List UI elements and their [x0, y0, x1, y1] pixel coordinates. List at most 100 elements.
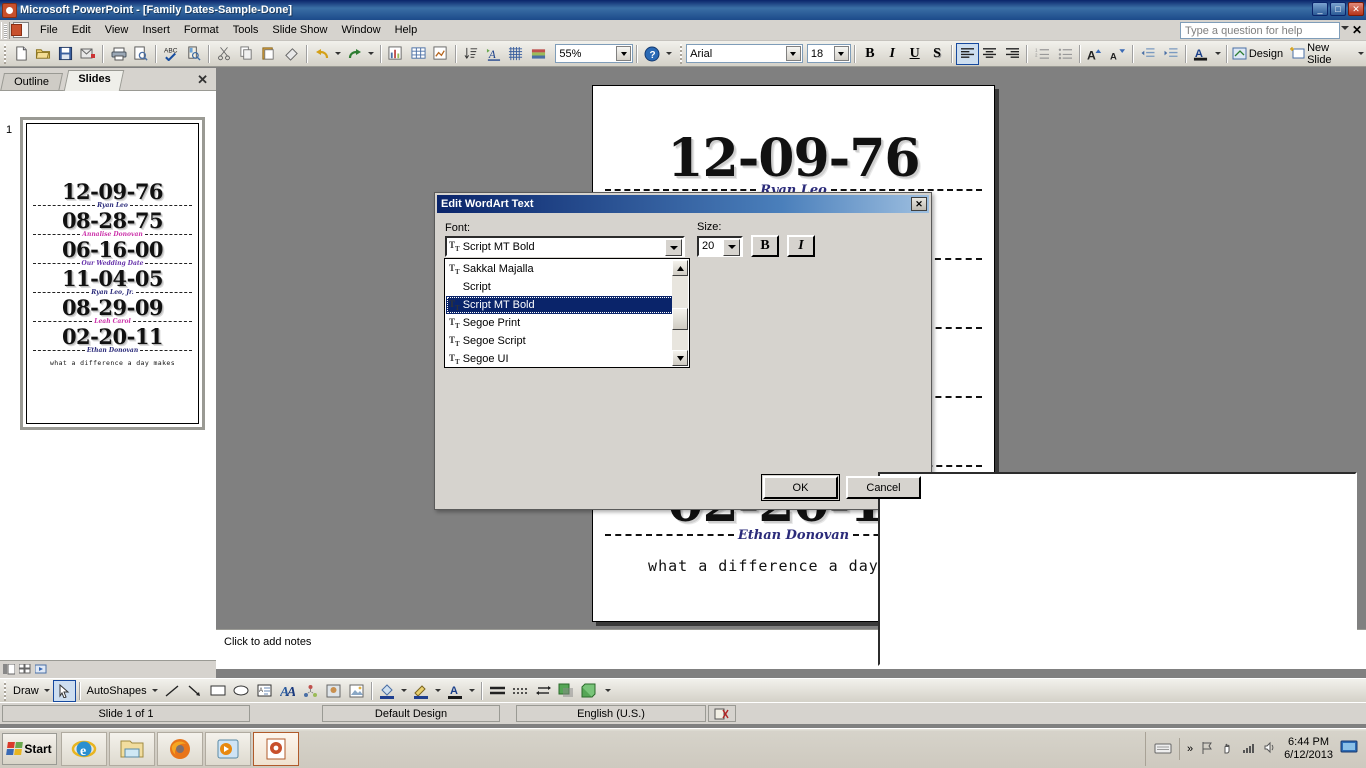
font-name-dropdown-icon[interactable] — [785, 46, 801, 61]
spell-check-icon[interactable]: ABC — [160, 43, 182, 65]
maximize-button[interactable]: □ — [1330, 2, 1346, 16]
format-painter-icon[interactable] — [280, 43, 302, 65]
font-size-dropdown-icon[interactable] — [833, 46, 849, 61]
scroll-up-icon[interactable] — [672, 260, 688, 276]
line-style-icon[interactable] — [486, 680, 509, 702]
menu-item-slide-show[interactable]: Slide Show — [265, 21, 334, 39]
slide-date-3[interactable]: 06-16-00 — [62, 239, 164, 260]
font-color-icon[interactable]: A — [444, 680, 467, 702]
slide-show-view-icon[interactable] — [34, 663, 48, 677]
fill-color-icon[interactable] — [376, 680, 399, 702]
redo-dropdown-icon[interactable] — [366, 43, 377, 65]
slide-thumbnail-area[interactable]: 1 12-09-76 Ryan Leo 08-28-75 Annalise Donov… — [0, 90, 216, 669]
rectangle-icon[interactable] — [207, 680, 230, 702]
undo-icon[interactable] — [311, 43, 333, 65]
oval-icon[interactable] — [230, 680, 253, 702]
formatting-toolbar-grip[interactable] — [678, 43, 685, 64]
slide-caption-6[interactable]: Ethan Donovan — [734, 528, 853, 543]
slide-date-6[interactable]: 02-20-11 — [62, 326, 164, 347]
insert-chart-icon[interactable] — [385, 43, 407, 65]
ok-button[interactable]: OK — [761, 474, 840, 501]
tab-slides[interactable]: Slides — [63, 70, 125, 91]
dialog-italic-button[interactable]: I — [787, 235, 815, 257]
bold-button[interactable]: B — [859, 43, 881, 65]
new-slide-button[interactable]: New Slide — [1307, 42, 1355, 66]
cut-icon[interactable] — [213, 43, 235, 65]
fill-color-dropdown-icon[interactable] — [399, 680, 410, 702]
autoshapes-menu-button[interactable]: AutoShapes — [84, 685, 150, 697]
dash-style-icon[interactable] — [509, 680, 532, 702]
email-icon[interactable] — [77, 43, 99, 65]
taskbar-firefox-icon[interactable] — [157, 731, 203, 766]
slide-date-2[interactable]: 08-28-75 — [62, 210, 164, 231]
taskbar-media-player-icon[interactable] — [205, 731, 251, 766]
animation-icon[interactable]: A — [482, 43, 504, 65]
font-size-combo[interactable]: 18 — [806, 44, 851, 63]
underline-button[interactable]: U — [903, 43, 925, 65]
sort-icon[interactable] — [460, 43, 482, 65]
scroll-down-icon[interactable] — [672, 350, 688, 366]
clip-art-icon[interactable] — [322, 680, 345, 702]
menu-item-file[interactable]: File — [33, 21, 65, 39]
spell-status-icon[interactable] — [708, 705, 736, 722]
autoshapes-dropdown-icon[interactable] — [150, 680, 161, 702]
taskbar-internet-explorer-icon[interactable]: e — [61, 731, 107, 766]
slide-footer-text[interactable]: what a difference a day makes — [50, 359, 175, 367]
volume-icon[interactable] — [1263, 741, 1277, 757]
menu-item-help[interactable]: Help — [388, 21, 425, 39]
increase-font-size-button[interactable]: A — [1084, 43, 1106, 65]
dialog-font-combo[interactable]: TT Script MT Bold — [445, 236, 685, 257]
slide-thumbnail-1[interactable]: 12-09-76 Ryan Leo 08-28-75 Annalise Donovan… — [20, 117, 205, 430]
help-search-input[interactable]: Type a question for help — [1180, 22, 1340, 39]
line-color-dropdown-icon[interactable] — [433, 680, 444, 702]
increase-indent-button[interactable] — [1159, 43, 1181, 65]
drawbar-overflow-icon[interactable] — [603, 680, 614, 702]
insert-table-icon[interactable] — [407, 43, 429, 65]
font-dropdown-scrollbar[interactable] — [672, 260, 688, 366]
research-icon[interactable] — [183, 43, 205, 65]
taskbar-powerpoint-icon[interactable] — [253, 731, 299, 766]
font-color-dropdown-icon-2[interactable] — [467, 680, 478, 702]
diagram-icon[interactable] — [299, 680, 322, 702]
font-dropdown-items[interactable]: TTSakkal MajallaTTScriptTTScript MT Bold… — [446, 260, 674, 368]
menu-item-view[interactable]: View — [98, 21, 136, 39]
menubar-grip[interactable] — [1, 21, 10, 39]
decrease-indent-button[interactable] — [1137, 43, 1159, 65]
text-box-icon[interactable]: A — [253, 680, 276, 702]
cancel-button[interactable]: Cancel — [846, 476, 921, 499]
wordart-text-input[interactable] — [878, 472, 1357, 666]
font-option-3[interactable]: TT Segoe Print — [446, 314, 674, 332]
3d-style-icon[interactable] — [578, 680, 601, 702]
copy-icon[interactable] — [235, 43, 257, 65]
font-color-button[interactable]: A — [1190, 43, 1212, 65]
formatting-overflow-icon[interactable] — [1355, 43, 1366, 65]
open-folder-icon[interactable] — [32, 43, 54, 65]
font-color-dropdown-icon[interactable] — [1212, 43, 1223, 65]
font-dropdown-list[interactable]: TTSakkal MajallaTTScriptTTScript MT Bold… — [444, 258, 690, 368]
draw-menu-button[interactable]: Draw — [10, 685, 42, 697]
colors-icon[interactable] — [527, 43, 549, 65]
wordart-icon[interactable]: AA — [276, 680, 299, 702]
new-slide-icon[interactable] — [1289, 43, 1307, 65]
grid-icon[interactable] — [505, 43, 527, 65]
print-icon[interactable] — [107, 43, 129, 65]
font-option-5[interactable]: TT Segoe UI — [446, 350, 674, 368]
slide-caption-6[interactable]: Ethan Donovan — [85, 347, 140, 354]
picture-icon[interactable] — [345, 680, 368, 702]
menu-item-window[interactable]: Window — [334, 21, 387, 39]
taskbar-file-explorer-icon[interactable] — [109, 731, 155, 766]
slide-sorter-view-icon[interactable] — [18, 663, 32, 677]
redo-icon[interactable] — [344, 43, 366, 65]
network-icon[interactable] — [1242, 742, 1256, 757]
keyboard-icon[interactable] — [1154, 741, 1172, 758]
panel-close-icon[interactable]: ✕ — [197, 72, 208, 88]
dialog-size-dropdown-icon[interactable] — [723, 238, 740, 256]
clock[interactable]: 6:44 PM 6/12/2013 — [1284, 736, 1333, 762]
flag-icon[interactable] — [1200, 741, 1214, 758]
line-color-icon[interactable] — [410, 680, 433, 702]
font-option-2[interactable]: TT Script MT Bold — [446, 296, 674, 314]
dialog-close-button[interactable]: ✕ — [911, 197, 927, 211]
zoom-combo[interactable]: 55% — [555, 44, 634, 63]
font-name-combo[interactable]: Arial — [686, 44, 803, 63]
slide-date-4[interactable]: 11-04-05 — [62, 268, 164, 289]
